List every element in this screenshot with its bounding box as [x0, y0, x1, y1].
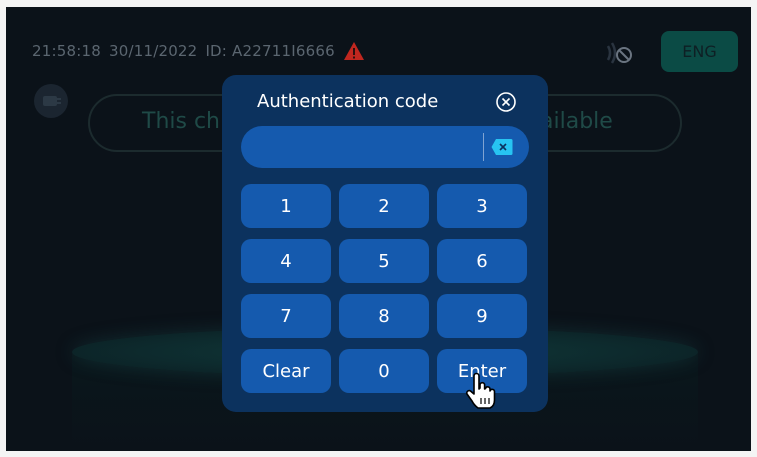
key-6[interactable]: 6 [437, 239, 527, 283]
plug-icon [34, 84, 68, 118]
backspace-button[interactable] [491, 138, 513, 156]
close-icon [496, 92, 516, 112]
key-2[interactable]: 2 [339, 184, 429, 228]
key-3[interactable]: 3 [437, 184, 527, 228]
hand-cursor-icon [466, 372, 496, 409]
code-input[interactable] [255, 134, 475, 160]
key-7[interactable]: 7 [241, 294, 331, 338]
field-divider [483, 133, 484, 161]
status-time: 21:58:18 [32, 42, 101, 60]
language-button[interactable]: ENG [661, 31, 738, 72]
backspace-icon [491, 139, 513, 155]
auth-code-dialog: Authentication code 1 2 3 4 5 6 7 8 9 Cl… [222, 75, 548, 412]
key-5[interactable]: 5 [339, 239, 429, 283]
key-9[interactable]: 9 [437, 294, 527, 338]
dialog-title: Authentication code [257, 91, 439, 112]
code-field [241, 126, 529, 168]
no-connection-icon [606, 42, 632, 64]
key-8[interactable]: 8 [339, 294, 429, 338]
keypad: 1 2 3 4 5 6 7 8 9 Clear 0 Enter [241, 184, 529, 393]
status-id: ID: A22711I6666 [205, 42, 335, 60]
clear-button[interactable]: Clear [241, 349, 331, 393]
status-date: 30/11/2022 [108, 42, 198, 60]
status-bar: 21:58:18 30/11/2022 ID: A22711I6666 [32, 41, 365, 61]
key-4[interactable]: 4 [241, 239, 331, 283]
charger-screen: 21:58:18 30/11/2022 ID: A22711I6666 ENG [6, 7, 751, 451]
banner-text-left: This ch [142, 109, 220, 134]
banner-text-right: ailable [540, 109, 613, 134]
key-0[interactable]: 0 [339, 349, 429, 393]
warning-icon [343, 42, 364, 60]
close-button[interactable] [494, 90, 518, 114]
key-1[interactable]: 1 [241, 184, 331, 228]
